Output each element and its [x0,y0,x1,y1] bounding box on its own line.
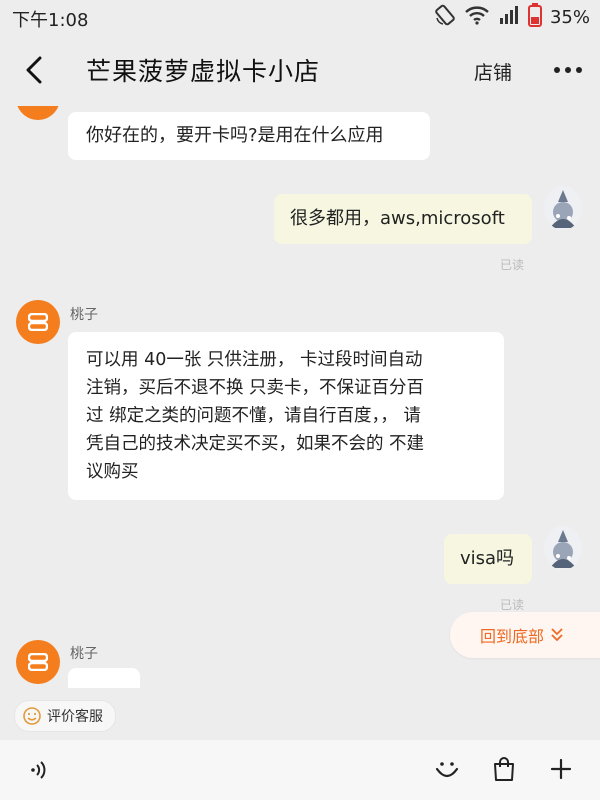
back-to-bottom-button[interactable]: 回到底部 [450,612,600,658]
back-button[interactable] [18,52,50,88]
message-bubble[interactable]: 可以用 40一张 只供注册， 卡过段时间自动 注销，买后不退不换 只卖卡，不保证… [68,332,504,500]
battery-icon [527,3,542,31]
double-chevron-down-icon [551,628,563,642]
message-text: 你好在的，要开卡吗?是用在什么应用 [86,125,384,146]
back-to-bottom-label: 回到底部 [480,627,545,646]
store-avatar[interactable] [16,300,60,344]
status-bar: 下午1:08 35% [0,0,600,34]
message-line: 凭自己的技术决定买不买，如果不会的 不建 [86,434,425,454]
page-title: 芒果菠萝虚拟卡小店 [86,57,321,86]
message-bubble[interactable]: visa吗 [444,534,532,584]
message-line: 注销，买后不退不换 只卖卡，不保证百分百 [86,378,425,398]
more-dot-icon [554,67,560,73]
smile-icon [435,762,459,778]
voice-icon [31,761,46,779]
message-text: 很多都用，aws,microsoft [290,208,505,229]
user-avatar[interactable] [544,186,582,230]
message-line: 议购买 [86,462,139,482]
user-avatar-image-icon [544,186,582,230]
read-status: 已读 [500,258,525,272]
message-line: 可以用 40一张 只供注册， 卡过段时间自动 [86,350,423,370]
shopping-bag-icon [494,757,514,781]
smile-face-icon [23,707,41,725]
back-arrow-icon [26,56,42,84]
voice-button[interactable] [22,754,54,786]
shop-link[interactable]: 店铺 [474,58,512,85]
shopping-bag-button[interactable] [487,752,521,786]
message-input[interactable] [70,748,419,794]
message-text: visa吗 [460,548,515,569]
more-dot-icon [576,67,582,73]
message-bubble[interactable] [68,668,140,688]
rate-service-button[interactable]: 评价客服 [14,700,116,732]
sender-name: 桃子 [70,307,98,323]
status-time: 下午1:08 [12,10,89,31]
store-logo-icon [28,653,48,671]
sender-name: 桃子 [70,646,98,662]
user-avatar-image-icon [544,526,582,570]
store-avatar[interactable] [16,106,60,120]
service-bar: 评价客服 [0,688,600,740]
store-avatar[interactable] [16,640,60,684]
message-bubble[interactable]: 很多都用，aws,microsoft [274,194,532,244]
message-bubble[interactable]: 你好在的，要开卡吗?是用在什么应用 [68,112,430,160]
rate-service-label: 评价客服 [47,709,103,725]
more-options-button[interactable] [548,58,588,82]
user-avatar[interactable] [544,526,582,570]
plus-button[interactable] [544,752,578,786]
signal-icon [498,4,520,30]
status-icons: 35% [434,3,590,31]
rotate-lock-icon [434,4,456,30]
wifi-icon [464,4,490,30]
message-line: 过 绑定之类的问题不懂，请自行百度，， 请 [86,406,421,426]
chat-header: 芒果菠萝虚拟卡小店 店铺 [0,34,600,106]
plus-icon [550,758,572,780]
battery-percent: 35% [549,6,590,28]
more-dot-icon [565,67,571,73]
store-logo-icon [28,313,48,331]
read-status: 已读 [500,598,525,612]
input-bar [0,740,600,800]
emoji-button[interactable] [430,752,464,786]
chat-area[interactable]: 你好在的，要开卡吗?是用在什么应用 很多都用，aws,microsoft 已读 … [0,106,600,688]
